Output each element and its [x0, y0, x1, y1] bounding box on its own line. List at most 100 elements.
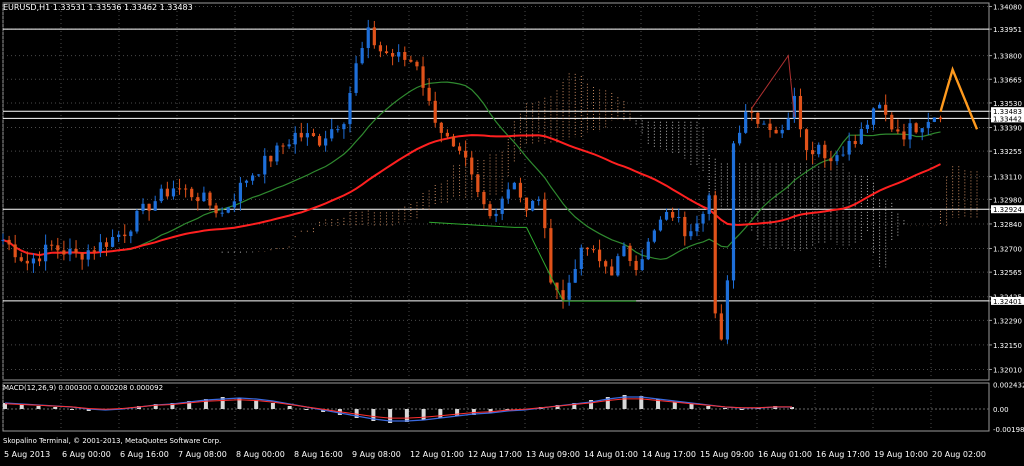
candle-body[interactable] [908, 123, 912, 140]
candle-body[interactable] [591, 249, 596, 251]
candle-body[interactable] [750, 111, 754, 113]
candle-body[interactable] [871, 108, 876, 125]
candle-body[interactable] [98, 242, 102, 252]
candle-body[interactable] [324, 138, 328, 146]
candle-body[interactable] [902, 131, 906, 140]
candle-body[interactable] [56, 245, 60, 251]
candle-body[interactable] [159, 188, 163, 202]
candle-body[interactable] [768, 123, 772, 131]
candle-body[interactable] [476, 174, 480, 192]
candle-body[interactable] [835, 155, 839, 162]
candle-body[interactable] [299, 132, 303, 138]
candle-body[interactable] [110, 237, 115, 247]
candle-body[interactable] [622, 245, 626, 257]
candle-body[interactable] [104, 242, 109, 247]
candle-body[interactable] [135, 210, 139, 232]
forecast-line[interactable] [939, 65, 979, 130]
candle-body[interactable] [360, 48, 364, 64]
candle-body[interactable] [44, 244, 48, 262]
candle-body[interactable] [470, 157, 474, 175]
candle-body[interactable] [220, 212, 224, 214]
candle-body[interactable] [153, 201, 157, 211]
candle-body[interactable] [853, 140, 857, 145]
candle-body[interactable] [817, 144, 821, 155]
candle-body[interactable] [506, 189, 510, 199]
candle-body[interactable] [336, 129, 340, 131]
candle-body[interactable] [25, 260, 29, 264]
candle-body[interactable] [421, 66, 425, 88]
candle-body[interactable] [878, 104, 882, 109]
candle-body[interactable] [232, 201, 236, 208]
candle-body[interactable] [433, 100, 437, 123]
candle-body[interactable] [531, 200, 535, 211]
candle-body[interactable] [141, 203, 145, 211]
candle-body[interactable] [634, 260, 638, 271]
candle-body[interactable] [13, 244, 17, 258]
pattern-line-high[interactable] [751, 54, 795, 118]
candle-body[interactable] [391, 53, 395, 57]
candle-body[interactable] [737, 132, 742, 144]
candle-body[interactable] [342, 124, 346, 130]
candle-body[interactable] [464, 150, 468, 158]
candle-body[interactable] [439, 122, 443, 133]
candle-body[interactable] [640, 259, 644, 271]
candle-body[interactable] [275, 145, 279, 162]
candle-body[interactable] [804, 129, 809, 151]
candle-body[interactable] [378, 45, 383, 52]
candle-body[interactable] [500, 198, 504, 214]
candle-body[interactable] [330, 129, 334, 139]
candle-body[interactable] [610, 266, 614, 276]
candle-body[interactable] [524, 197, 529, 211]
candle-body[interactable] [896, 129, 900, 132]
candle-body[interactable] [890, 114, 894, 130]
candle-body[interactable] [537, 199, 541, 201]
candle-body[interactable] [585, 247, 589, 250]
candle-body[interactable] [226, 207, 230, 213]
candle-body[interactable] [397, 52, 401, 57]
candle-body[interactable] [202, 192, 206, 202]
candle-body[interactable] [86, 250, 90, 260]
candle-body[interactable] [372, 27, 376, 46]
candle-body[interactable] [19, 257, 23, 261]
candle-body[interactable] [664, 211, 669, 220]
candle-body[interactable] [263, 155, 267, 175]
candle-body[interactable] [543, 199, 547, 229]
candle-body[interactable] [762, 123, 766, 125]
candle-body[interactable] [865, 124, 870, 129]
candle-body[interactable] [281, 145, 285, 147]
candle-body[interactable] [409, 59, 413, 62]
candle-body[interactable] [579, 247, 583, 269]
candle-body[interactable] [384, 51, 389, 54]
candle-body[interactable] [190, 188, 194, 198]
candle-body[interactable] [366, 27, 370, 49]
pattern-line-low[interactable] [429, 221, 527, 228]
candle-body[interactable] [74, 248, 78, 254]
candle-body[interactable] [604, 261, 608, 267]
candle-body[interactable] [847, 140, 851, 155]
candle-body[interactable] [731, 143, 736, 281]
candle-body[interactable] [317, 136, 322, 146]
candle-body[interactable] [652, 230, 656, 242]
candle-body[interactable] [859, 128, 863, 145]
candle-body[interactable] [512, 182, 516, 190]
candle-body[interactable] [427, 87, 431, 101]
candle-body[interactable] [244, 180, 249, 183]
candle-body[interactable] [238, 182, 243, 202]
candle-body[interactable] [744, 111, 748, 133]
candle-body[interactable] [287, 144, 291, 147]
candle-body[interactable] [774, 130, 778, 134]
candle-body[interactable] [488, 204, 492, 217]
candle-body[interactable] [62, 250, 66, 255]
candle-body[interactable] [269, 155, 273, 162]
candle-body[interactable] [829, 158, 833, 162]
candle-body[interactable] [567, 282, 571, 300]
candle-body[interactable] [354, 63, 358, 93]
candle-body[interactable] [932, 117, 936, 122]
candle-body[interactable] [786, 118, 790, 130]
candle-body[interactable] [707, 195, 711, 214]
candle-body[interactable] [719, 313, 723, 340]
candle-body[interactable] [841, 154, 845, 156]
candle-body[interactable] [756, 112, 760, 124]
candle-body[interactable] [445, 132, 449, 137]
candle-body[interactable] [311, 133, 316, 137]
